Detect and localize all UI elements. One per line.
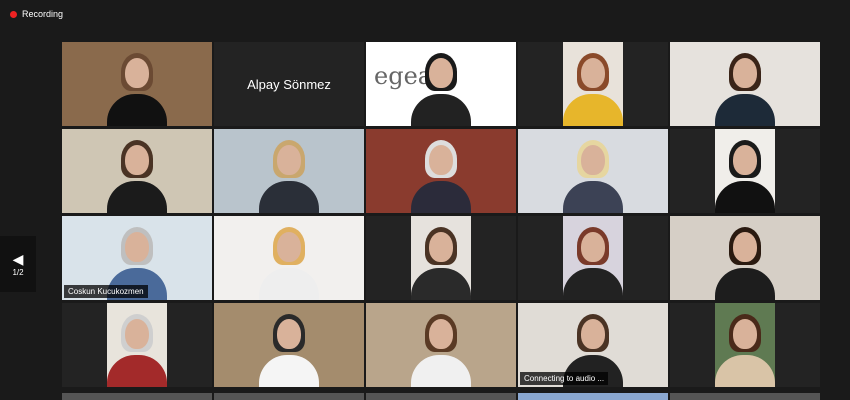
participant-video (62, 129, 212, 213)
participant-video (214, 129, 364, 213)
participant-tile[interactable] (62, 129, 212, 213)
recording-indicator[interactable]: Recording (10, 9, 63, 19)
participant-tile[interactable] (214, 303, 364, 387)
top-bar: Recording (0, 0, 850, 30)
participant-tile[interactable]: Coskun Kucukozmen (62, 216, 212, 300)
participant-tile[interactable]: Connecting to audio ... (518, 303, 668, 387)
participant-figure (715, 48, 775, 126)
participant-figure (107, 48, 167, 126)
participant-video (411, 216, 471, 300)
participant-figure (563, 48, 623, 126)
participant-tile[interactable] (518, 42, 668, 126)
participant-figure (563, 222, 623, 300)
participant-video (214, 216, 364, 300)
participant-tile[interactable] (62, 42, 212, 126)
participant-figure (411, 135, 471, 213)
participant-figure (259, 222, 319, 300)
participant-tile[interactable] (670, 216, 820, 300)
participant-label: Connecting to audio ... (520, 372, 609, 385)
participant-figure (715, 222, 775, 300)
participant-label: Coskun Kucukozmen (64, 285, 148, 298)
participant-video (563, 216, 623, 300)
participant-figure (259, 135, 319, 213)
participant-tile[interactable] (670, 42, 820, 126)
participant-video (518, 129, 668, 213)
participant-video (715, 129, 775, 213)
chevron-left-icon: ◀ (12, 250, 24, 267)
participant-tile[interactable] (214, 216, 364, 300)
recording-label: Recording (22, 9, 64, 19)
participant-tile[interactable] (670, 129, 820, 213)
participant-figure (563, 135, 623, 213)
participant-video (670, 42, 820, 126)
participant-video (715, 303, 775, 387)
participant-figure (411, 222, 471, 300)
participant-video (366, 129, 516, 213)
participant-figure (715, 135, 775, 213)
participant-grid: Alpay Sönmez egead Coskun Kucukozmen Connec… (62, 42, 820, 387)
previous-page-button[interactable]: ◀ 1/2 (0, 236, 36, 292)
participant-figure (411, 309, 471, 387)
participant-video (214, 303, 364, 387)
participant-tile[interactable] (366, 216, 516, 300)
participant-tile[interactable] (366, 303, 516, 387)
page-indicator: 1/2 (12, 267, 24, 277)
participant-tile[interactable] (518, 216, 668, 300)
participant-video (670, 216, 820, 300)
participant-figure (411, 48, 471, 126)
participant-tile[interactable] (366, 129, 516, 213)
participant-name: Alpay Sönmez (247, 76, 331, 92)
participant-tile[interactable]: Alpay Sönmez (214, 42, 364, 126)
participant-tile[interactable] (62, 303, 212, 387)
participant-tile[interactable] (670, 303, 820, 387)
participant-video (107, 303, 167, 387)
participant-video: egead (366, 42, 516, 126)
participant-figure (107, 309, 167, 387)
participant-video (366, 303, 516, 387)
participant-video (62, 42, 212, 126)
participant-figure (259, 309, 319, 387)
next-row-preview (62, 393, 820, 400)
participant-figure (107, 135, 167, 213)
participant-tile[interactable] (518, 129, 668, 213)
participant-tile[interactable] (214, 129, 364, 213)
participant-tile[interactable]: egead (366, 42, 516, 126)
participant-figure (715, 309, 775, 387)
participant-video (563, 42, 623, 126)
recording-dot-icon (10, 10, 17, 18)
